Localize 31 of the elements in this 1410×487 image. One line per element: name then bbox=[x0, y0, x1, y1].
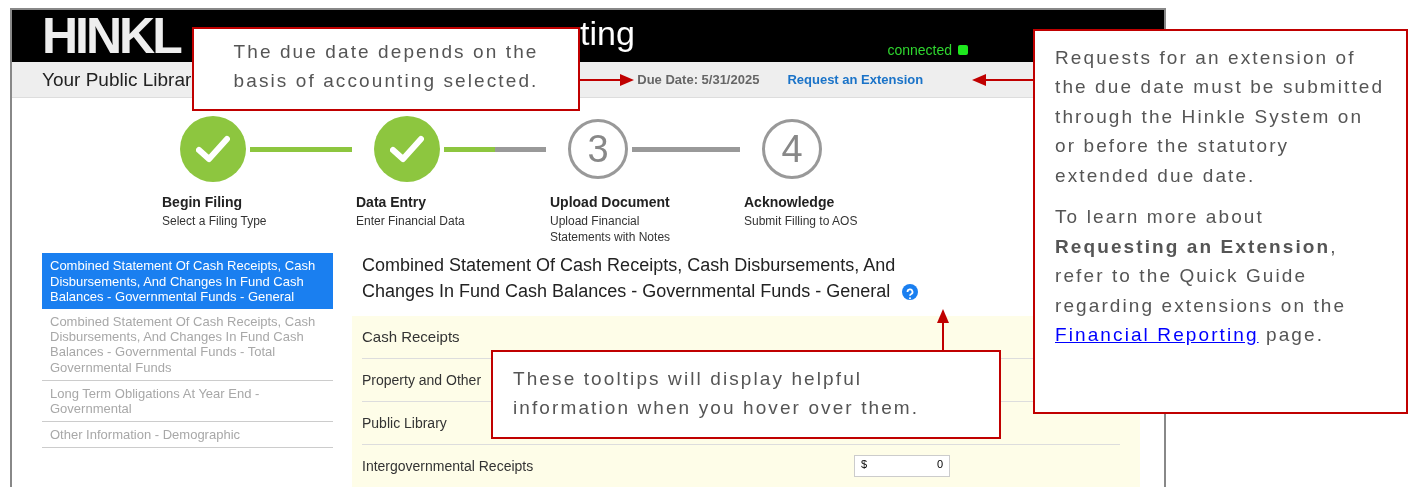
step-subtitle: Enter Financial Data bbox=[356, 213, 466, 230]
step-circle: 3 bbox=[568, 119, 628, 179]
amount-field[interactable]: $ 0 bbox=[854, 454, 950, 477]
callout-text: The due date depends on the basis of accounting selected. bbox=[232, 40, 540, 94]
due-date: Due Date: 5/31/2025 bbox=[637, 72, 760, 87]
step-subtitle: Select a Filing Type bbox=[162, 213, 268, 230]
checkmark-icon bbox=[196, 135, 230, 163]
row-label: Intergovernmental Receipts bbox=[362, 457, 534, 474]
section-title: Combined Statement Of Cash Receipts, Cash Disbursements, And Changes In Fund Cash Balances - Governmental Funds - General bbox=[352, 253, 942, 304]
row-label: Property and Other bbox=[362, 371, 482, 388]
callout-text: To learn more about Requesting an Extension, refer to the Quick Guide regarding extensions on the Financial Reporting page. bbox=[1055, 205, 1348, 347]
hinkle-logo: HINKL bbox=[42, 11, 180, 61]
financial-reporting-link[interactable]: Financial Reporting bbox=[1055, 323, 1259, 345]
callout-text: Requests for an extension of the due date must be submitted through the Hinkle System on or before the statutory extended due date. bbox=[1055, 46, 1386, 188]
sidebar-item[interactable]: Combined Statement Of Cash Receipts, Cash Disbursements, And Changes In Fund Cash Balances - Governmental Funds - General bbox=[42, 253, 333, 309]
step-subtitle: Submit Filling to AOS bbox=[744, 213, 859, 230]
connection-status: connected bbox=[887, 42, 952, 58]
step-title: Upload Document bbox=[550, 194, 671, 210]
extension-link[interactable]: Request an Extension bbox=[787, 72, 924, 87]
library-name: Your Public Librar bbox=[42, 68, 192, 91]
step-title: Begin Filing bbox=[162, 194, 244, 210]
row-label: Public Library bbox=[362, 414, 447, 431]
callout-text: These tooltips will display helpful information when you hover over them. bbox=[513, 367, 921, 421]
step-subtitle: Upload Financial Statements with Notes bbox=[550, 213, 672, 246]
step-title: Data Entry bbox=[356, 194, 428, 210]
help-icon[interactable] bbox=[902, 283, 919, 300]
checkmark-icon bbox=[390, 135, 424, 163]
step-circle: 4 bbox=[762, 119, 822, 179]
app-title: ting bbox=[580, 14, 635, 53]
step-title: Acknowledge bbox=[744, 194, 836, 210]
group-heading: Cash Receipts bbox=[362, 328, 460, 346]
